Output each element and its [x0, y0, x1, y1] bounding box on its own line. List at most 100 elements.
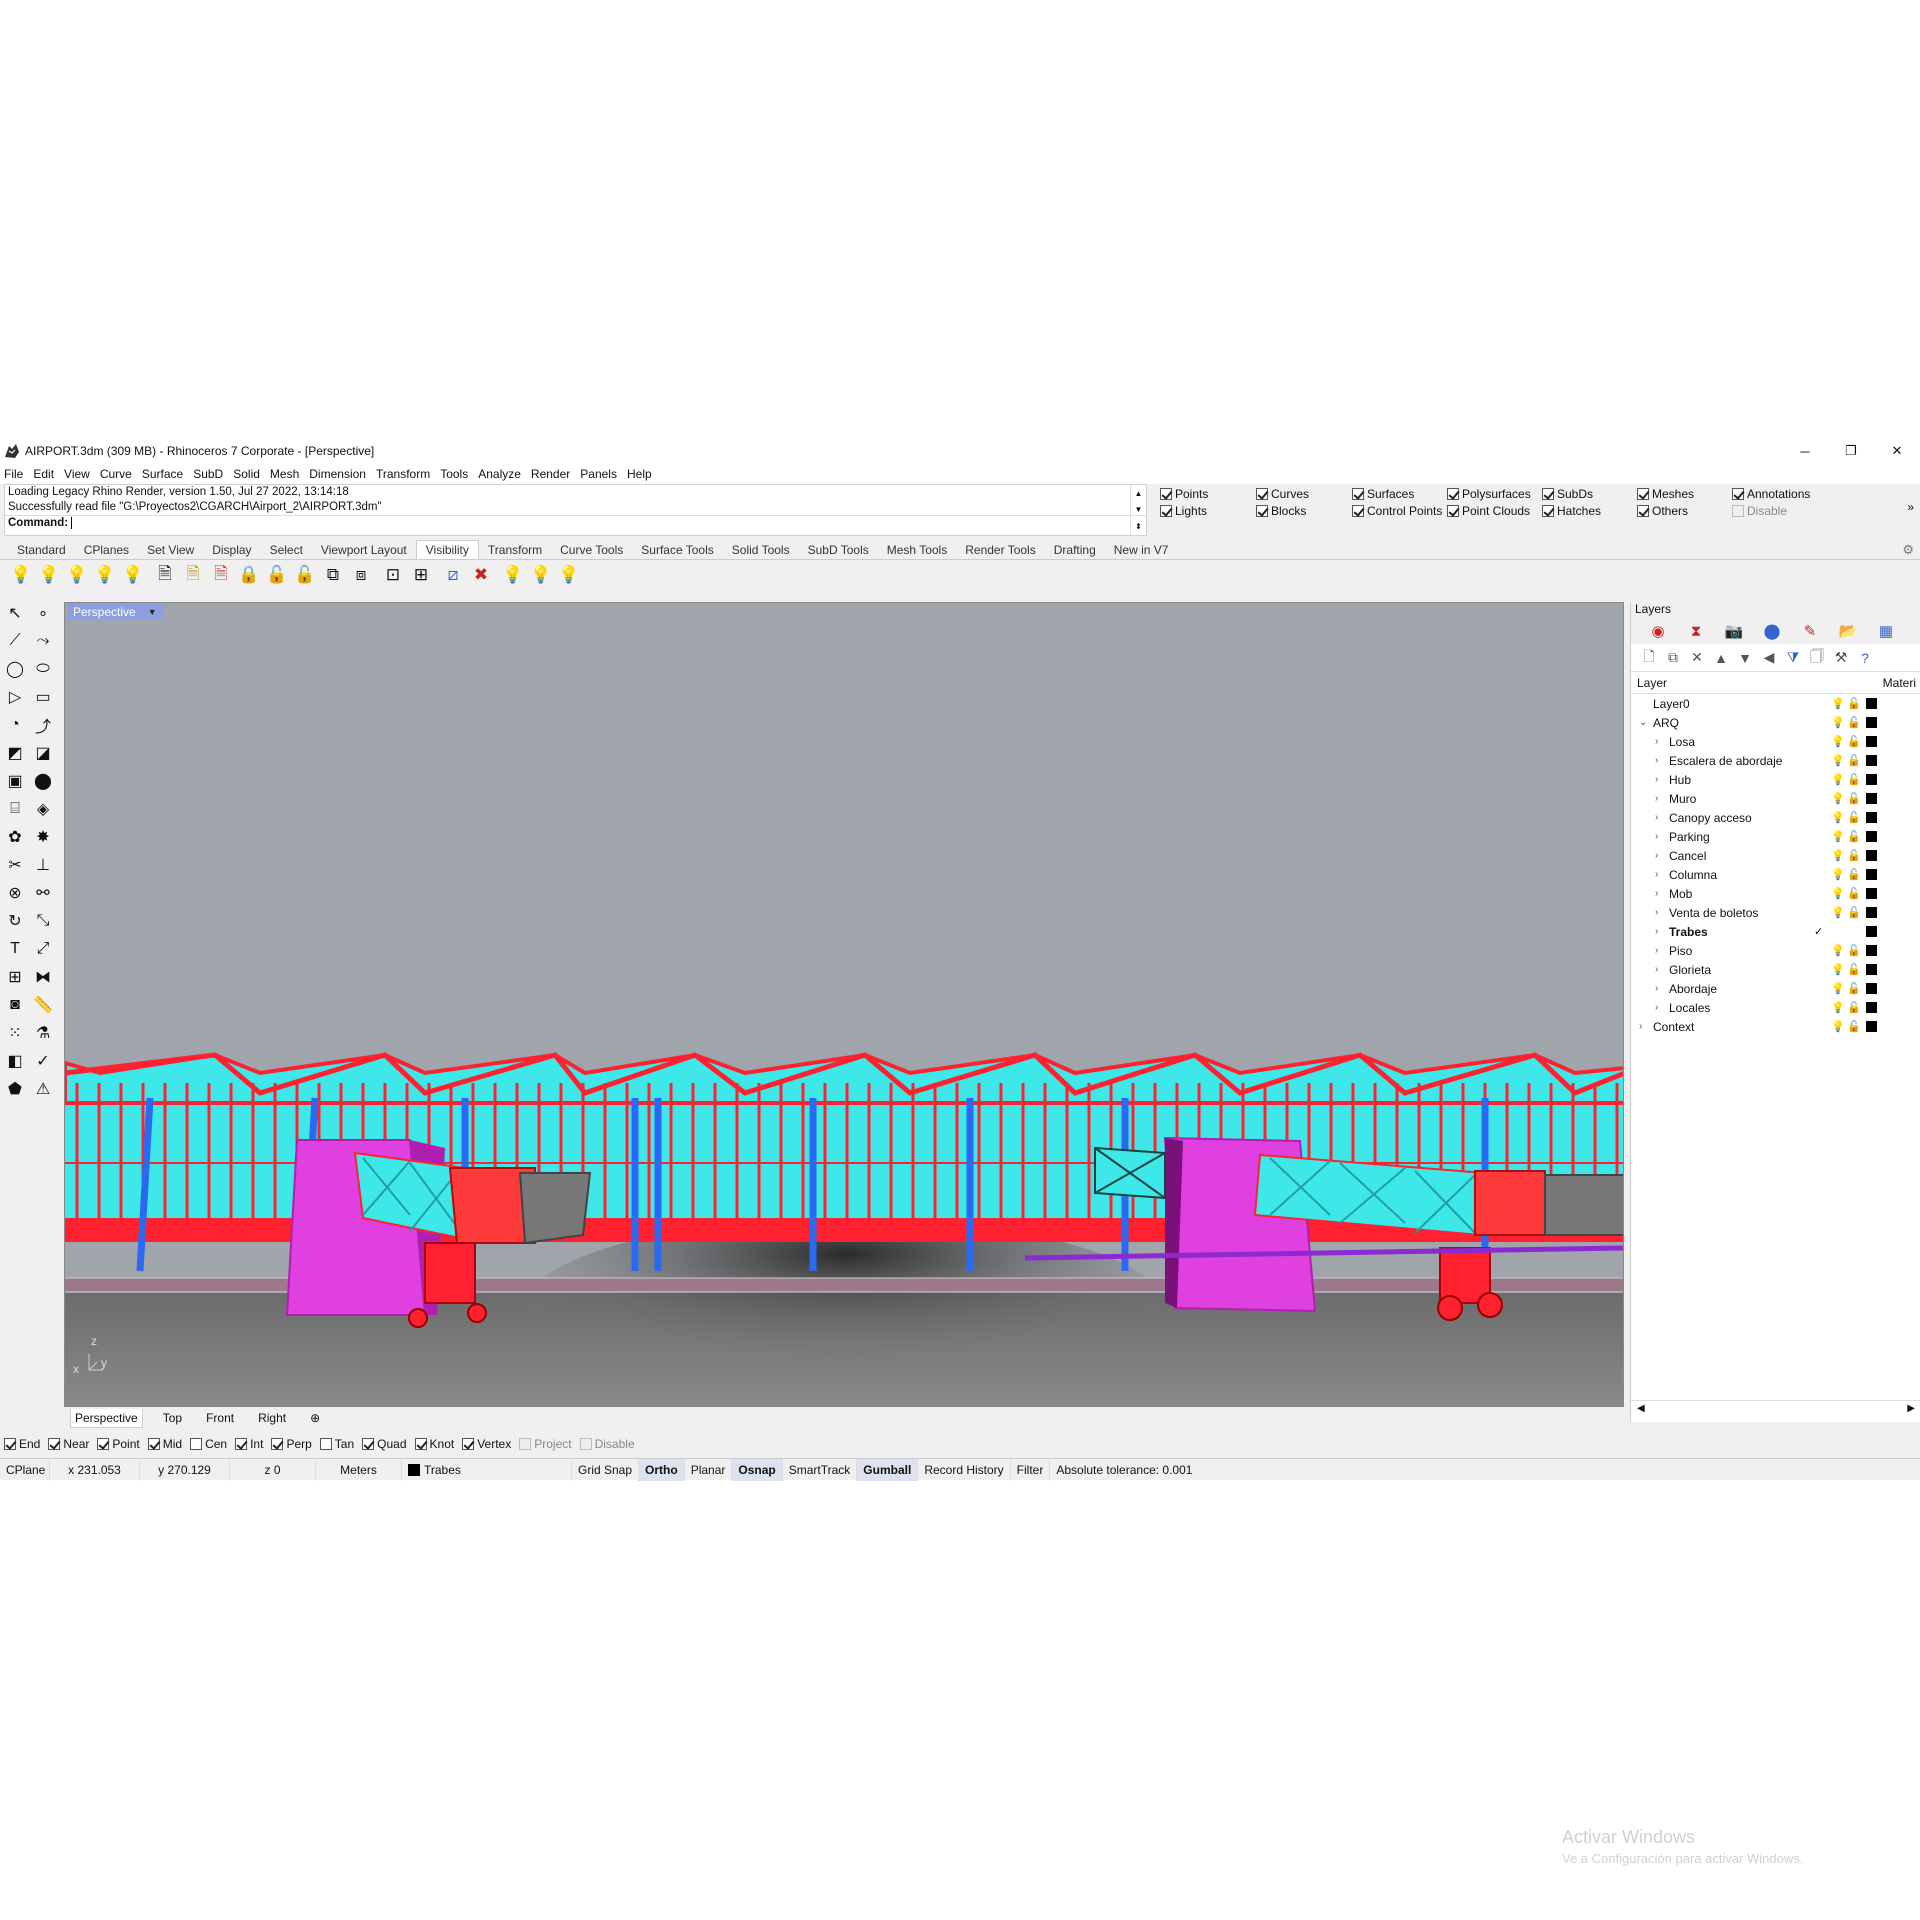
visibility-bulb-icon[interactable]: 💡: [1831, 944, 1845, 957]
layer-row[interactable]: › Parking 💡 🔓: [1631, 827, 1920, 846]
gear-tool-icon[interactable]: ✿: [2, 824, 28, 850]
layer-row[interactable]: › Escalera de abordaje 💡 🔓: [1631, 751, 1920, 770]
unlock-icon[interactable]: 🔓: [1847, 735, 1861, 748]
expand-chevron-icon[interactable]: ›: [1655, 907, 1658, 918]
unlock-icon[interactable]: 🔓: [1847, 792, 1861, 805]
osnap-point[interactable]: Point: [97, 1437, 140, 1451]
show-points-icon[interactable]: ⊞: [408, 562, 434, 588]
checkbox[interactable]: [190, 1438, 203, 1450]
osnap-toggle[interactable]: Osnap: [732, 1458, 783, 1481]
add-viewport-icon[interactable]: ⊕: [306, 1409, 324, 1427]
visibility-bulb-icon[interactable]: 💡: [1831, 887, 1845, 900]
tab-solid-tools[interactable]: Solid Tools: [723, 541, 799, 559]
move-up-icon[interactable]: ▲: [1709, 650, 1733, 666]
trim-icon[interactable]: ✂: [2, 852, 28, 878]
tab-set-view[interactable]: Set View: [138, 541, 203, 559]
lock-swap-icon[interactable]: ⧉: [320, 562, 346, 588]
lock-icon[interactable]: 🔒: [236, 562, 262, 588]
text-icon[interactable]: T: [2, 936, 28, 962]
menu-panels[interactable]: Panels: [580, 467, 617, 481]
polyline-icon[interactable]: ⟋: [2, 628, 28, 654]
unlock-selected-icon[interactable]: 🔓: [292, 562, 318, 588]
warning-icon[interactable]: ⚠: [30, 1076, 56, 1102]
osnap-perp[interactable]: Perp: [271, 1437, 312, 1451]
unlock-icon[interactable]: 🔓: [1847, 982, 1861, 995]
expand-chevron-icon[interactable]: ›: [1655, 755, 1658, 766]
render-icon[interactable]: ◙: [2, 992, 28, 1018]
osnap-int[interactable]: Int: [235, 1437, 263, 1451]
visibility-bulb-icon[interactable]: 💡: [1831, 773, 1845, 786]
osnap-project[interactable]: Project: [519, 1437, 572, 1451]
materials-icon[interactable]: ⬟: [2, 1076, 28, 1102]
checkbox[interactable]: [414, 1438, 427, 1450]
cplane-label[interactable]: CPlane: [0, 1458, 50, 1481]
expand-chevron-icon[interactable]: ›: [1655, 793, 1658, 804]
osnap-near[interactable]: Near: [48, 1437, 89, 1451]
checkbox[interactable]: [1637, 488, 1649, 500]
expand-chevron-icon[interactable]: ›: [1639, 1021, 1642, 1032]
show-in-detail-icon[interactable]: ✖: [468, 562, 494, 588]
checkbox[interactable]: [235, 1438, 248, 1450]
layer-row[interactable]: › Venta de boletos 💡 🔓: [1631, 903, 1920, 922]
hide-points-icon[interactable]: ⊡: [380, 562, 406, 588]
measure-icon[interactable]: 📏: [30, 992, 56, 1018]
layer-row[interactable]: › Mob 💡 🔓: [1631, 884, 1920, 903]
checkbox[interactable]: [1160, 505, 1172, 517]
filter-point-clouds[interactable]: Point Clouds: [1447, 504, 1530, 518]
circle-icon[interactable]: ◯: [2, 656, 28, 682]
loft-icon[interactable]: ◪: [30, 740, 56, 766]
visibility-bulb-icon[interactable]: 💡: [1831, 697, 1845, 710]
checkbox[interactable]: [1447, 488, 1459, 500]
split-icon[interactable]: ⊥: [30, 852, 56, 878]
checkbox[interactable]: [4, 1438, 16, 1450]
tab-mesh-tools[interactable]: Mesh Tools: [878, 541, 956, 559]
expand-chevron-icon[interactable]: ›: [1655, 926, 1658, 937]
unlock-icon[interactable]: 🔓: [1847, 773, 1861, 786]
checkbox[interactable]: [1732, 505, 1744, 517]
viewport-tab-perspective[interactable]: Perspective: [70, 1408, 143, 1428]
layer-color-swatch[interactable]: [1866, 964, 1877, 975]
visibility-bulb-icon[interactable]: 💡: [1831, 982, 1845, 995]
layer-row[interactable]: › Muro 💡 🔓: [1631, 789, 1920, 808]
check-icon[interactable]: ✓: [30, 1048, 56, 1074]
unlock-icon[interactable]: 🔓: [264, 562, 290, 588]
tab-new-in-v7[interactable]: New in V7: [1105, 541, 1178, 559]
checkbox[interactable]: [1637, 505, 1649, 517]
layer-color-swatch[interactable]: [1866, 717, 1877, 728]
menu-view[interactable]: View: [64, 467, 90, 481]
column-material[interactable]: Materi: [1883, 676, 1916, 690]
visibility-bulb-icon[interactable]: 💡: [1831, 792, 1845, 805]
osnap-end[interactable]: End: [4, 1437, 40, 1451]
tab-render-tools[interactable]: Render Tools: [956, 541, 1045, 559]
gear-icon[interactable]: ⚙: [1902, 542, 1914, 558]
menu-render[interactable]: Render: [531, 467, 570, 481]
analyze-icon[interactable]: ⚗: [30, 1020, 56, 1046]
checkbox[interactable]: [1732, 488, 1744, 500]
menu-transform[interactable]: Transform: [376, 467, 430, 481]
viewport-title-tab[interactable]: Perspective ▼: [67, 603, 163, 620]
minimize-button[interactable]: ─: [1782, 438, 1828, 464]
show-objects-icon[interactable]: 💡: [64, 562, 90, 588]
expand-chevron-icon[interactable]: ›: [1655, 812, 1658, 823]
tab-cplanes[interactable]: CPlanes: [75, 541, 138, 559]
sphere-icon[interactable]: ⬤: [30, 768, 56, 794]
unlock-icon[interactable]: 🔓: [1847, 944, 1861, 957]
group-icon[interactable]: ⚯: [30, 880, 56, 906]
grid-snap-toggle[interactable]: Grid Snap: [572, 1458, 640, 1481]
boolean-icon[interactable]: ⊗: [2, 880, 28, 906]
menu-file[interactable]: File: [4, 467, 23, 481]
ortho-toggle[interactable]: Ortho: [639, 1458, 685, 1481]
move-icon[interactable]: ⤡: [30, 908, 56, 934]
layers-horizontal-scrollbar[interactable]: ◀ ▶: [1631, 1400, 1920, 1416]
viewport-tab-front[interactable]: Front: [202, 1409, 238, 1427]
move-out-icon[interactable]: ◀: [1757, 649, 1781, 666]
visibility-bulb-icon[interactable]: 💡: [1831, 1020, 1845, 1033]
unlock-icon[interactable]: 🔓: [1847, 830, 1861, 843]
display-panel-icon[interactable]: ▦: [1867, 622, 1905, 640]
tab-drafting[interactable]: Drafting: [1045, 541, 1105, 559]
unlock-icon[interactable]: 🔓: [1847, 1020, 1861, 1033]
layer-color-swatch[interactable]: [1866, 774, 1877, 785]
filter-subds[interactable]: SubDs: [1542, 487, 1593, 501]
menu-solid[interactable]: Solid: [233, 467, 260, 481]
tab-viewport-layout[interactable]: Viewport Layout: [312, 541, 416, 559]
